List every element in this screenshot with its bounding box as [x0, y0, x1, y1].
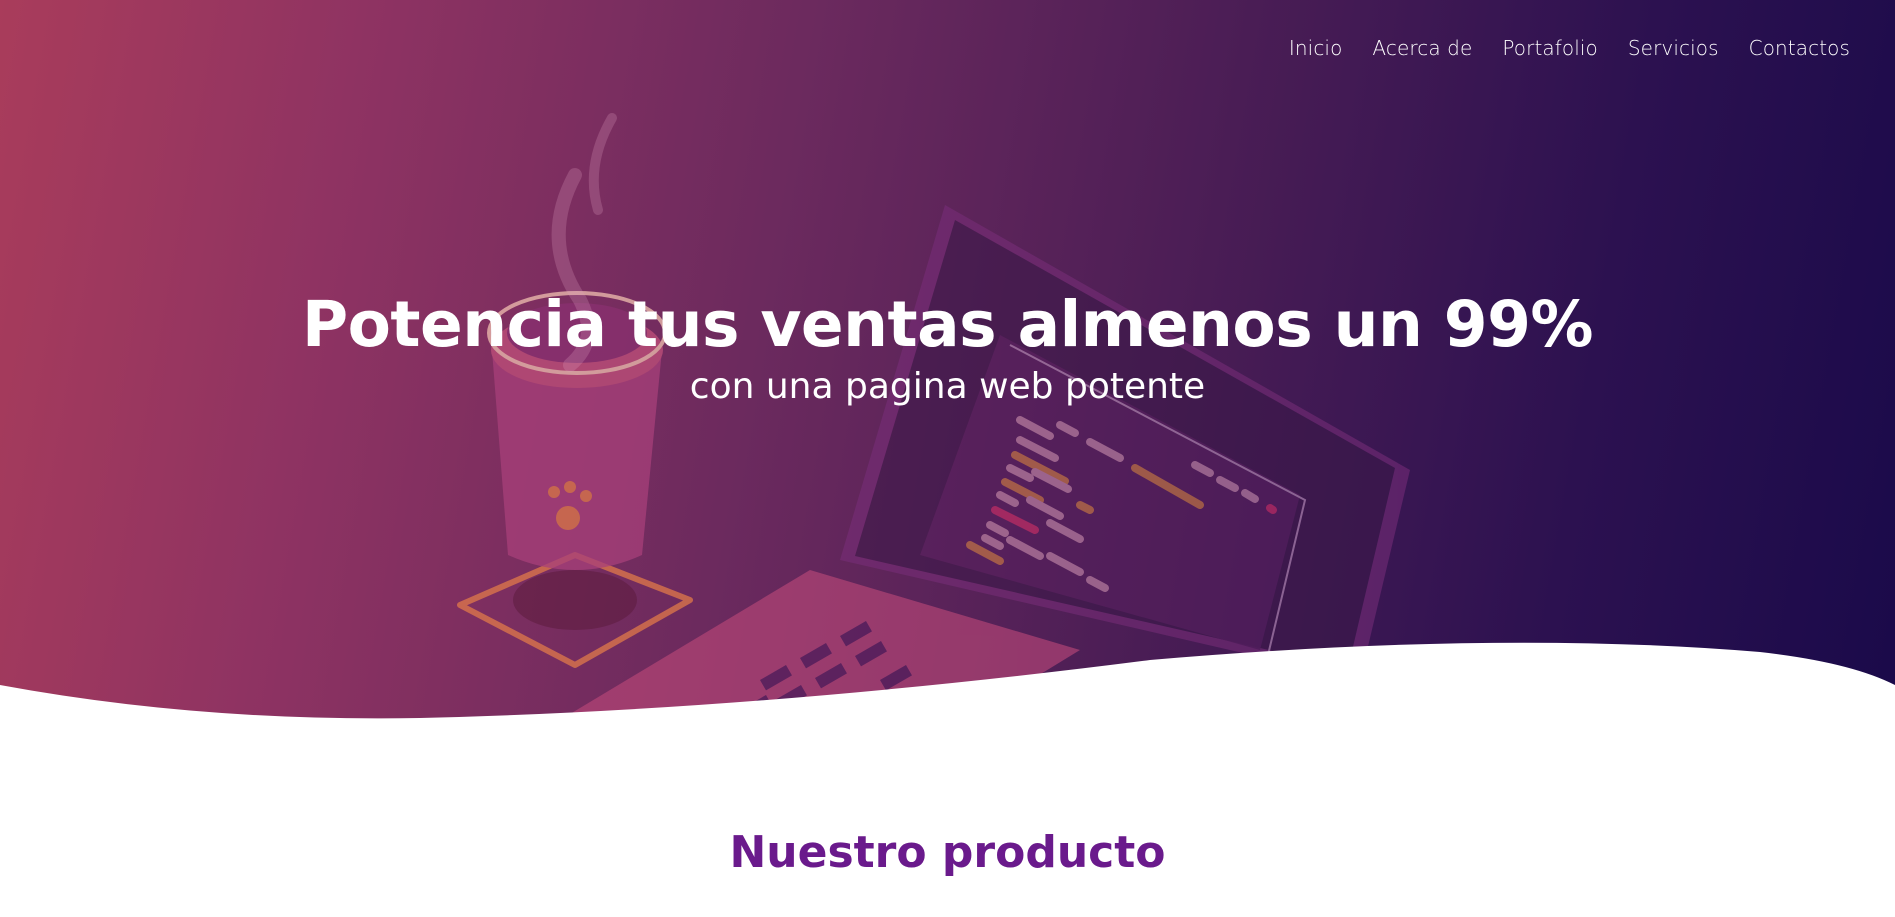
landing-page: Inicio Acerca de Portafolio Servicios Co… — [0, 0, 1895, 917]
nav-link-portafolio[interactable]: Portafolio — [1502, 36, 1598, 60]
hero-title: Potencia tus ventas almenos un 99% — [301, 288, 1594, 361]
nav-link-inicio[interactable]: Inicio — [1289, 36, 1343, 60]
nav-link-contactos[interactable]: Contactos — [1749, 36, 1850, 60]
section-title-nuestro-producto: Nuestro producto — [729, 827, 1166, 878]
hero-subtitle: con una pagina web potente — [689, 366, 1206, 407]
main-navigation: Inicio Acerca de Portafolio Servicios Co… — [1289, 36, 1850, 60]
wave-divider — [0, 642, 1895, 740]
hero-text-block: Potencia tus ventas almenos un 99% con u… — [0, 285, 1895, 409]
hero-section: Inicio Acerca de Portafolio Servicios Co… — [0, 0, 1895, 735]
nav-link-servicios[interactable]: Servicios — [1628, 36, 1719, 60]
nav-link-acerca-de[interactable]: Acerca de — [1372, 36, 1472, 60]
